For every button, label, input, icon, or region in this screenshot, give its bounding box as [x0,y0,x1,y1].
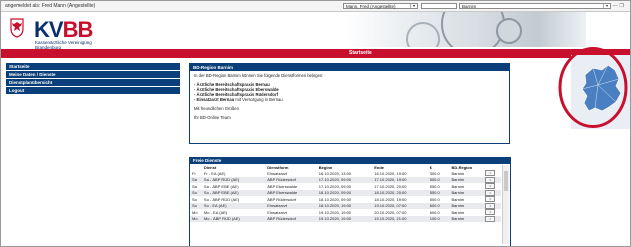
panel-body: In der BD-Region Barnim können Sie folge… [190,71,509,122]
window-icons[interactable]: —❐ [613,3,626,9]
browser-page: angemeldet als: Fred Mann (Angestellte) … [0,0,631,247]
chevron-down-icon: ▾ [603,4,610,8]
sidebar-item-label: Logout [9,88,25,93]
logo-kv: KV [34,17,64,42]
sidebar-item-label: Meine Daten / Dienste [9,72,56,77]
login-bar: angemeldet als: Fred Mann (Angestellte) … [1,1,630,12]
title-bar: Startseite [1,49,630,58]
free-services-panel: Freie Dienste Dienst Dienstform Beginn E… [189,157,511,246]
sidebar-item-meine-daten[interactable]: Meine Daten / Dienste [6,71,180,78]
table-row[interactable]: So So - ÄBP RÜD (AE) ÄBP Rüdersdorf 18.10.2… [190,196,501,203]
signature-text: Ihr BD-Online Team [194,115,231,120]
panel-title: BD-Region Barnim [190,64,509,71]
stethoscope-chest-piece [496,18,522,44]
service-form-note: mit Versorgung in Bernau [234,97,283,102]
region-select-value: Barnim [462,4,477,9]
scrollbar[interactable] [502,165,509,244]
brandenburg-eagle-icon [10,18,24,38]
table-cell-region: Barnim [449,215,484,222]
table-cell-dienst: Mo - ÄBP RÜD (AE) [201,215,266,222]
minimize-icon[interactable]: — [613,3,620,9]
region-select[interactable]: Barnim ▾ [459,3,611,9]
table-cell-action: ⇒ [483,215,501,222]
sidebar-item-label: Dienstplanübersicht [9,80,53,85]
sidebar-item-startseite[interactable]: Startseite [6,63,180,70]
table-cell-end: 19.10.2020, 21:00 [372,215,428,222]
services-table-body: Fr Fr - EA (AE) Einsatzarzt 16.10.2020, 13:… [190,170,501,222]
sidebar-item-logout[interactable]: Logout [6,87,180,94]
header-stethoscope-image [346,12,586,47]
table-row[interactable]: Sa Sa - ÄBP EBE (AE) ÄBP Eberswalde 17.10.2… [190,183,501,190]
chevron-down-icon: ▾ [410,4,417,8]
logo-bb: BB [62,17,94,42]
site-header: KVBB Kassenärztliche Vereinigung Branden… [1,12,630,50]
detail-arrow-button[interactable]: ⇒ [485,209,496,216]
page-title: Startseite [349,50,372,56]
user-select[interactable]: Mann, Fred (Angestellte) ▾ [343,3,418,9]
highlight-circle [558,47,628,128]
search-input[interactable] [421,3,457,9]
stethoscope-tube [406,22,440,47]
sidebar-item-label: Startseite [9,64,30,69]
detail-arrow-button[interactable]: ⇒ [485,183,496,190]
services-table: Dienst Dienstform Beginn Ende € BD-Regio… [190,164,501,222]
table-cell-day: Mo [190,215,202,222]
user-select-value: Mann, Fred (Angestellte) [346,4,396,9]
scrollbar-thumb[interactable] [504,171,508,191]
region-info-panel: BD-Region Barnim In der BD-Region Barnim… [189,63,510,144]
sidebar-nav: Startseite Meine Daten / Dienste Dienstp… [6,63,180,95]
detail-arrow-button[interactable]: ⇒ [485,176,496,183]
logo[interactable]: KVBB [34,17,94,42]
table-cell-form: ÄBP Rüdersdorf [265,215,317,222]
table-cell-begin: 19.10.2020, 19:00 [316,215,373,222]
table-row[interactable]: So So - ÄBP EBE (AE) ÄBP Eberswalde 18.10.2… [190,189,501,196]
restore-icon[interactable]: ❐ [620,3,626,9]
table-row[interactable]: Mo Mo - ÄBP RÜD (AE) ÄBP Rüdersdorf 19.10.2… [190,215,501,222]
detail-arrow-button[interactable]: ⇒ [485,189,496,196]
table-row[interactable]: Sa Sa - ÄBP RÜD (AE) ÄBP Rüdersdorf 17.10.2… [190,176,501,183]
login-status-text: angemeldet als: Fred Mann (Angestellte) [5,3,96,9]
service-form-name: - Einsatzarzt Bernau [194,97,235,102]
detail-arrow-button[interactable]: ⇒ [485,170,496,177]
detail-arrow-button[interactable]: ⇒ [485,215,496,222]
detail-arrow-button[interactable]: ⇒ [485,196,496,203]
sidebar-item-dienstplan[interactable]: Dienstplanübersicht [6,79,180,86]
table-cell-eur: 100.0 [427,215,450,222]
detail-arrow-button[interactable]: ⇒ [485,202,496,209]
